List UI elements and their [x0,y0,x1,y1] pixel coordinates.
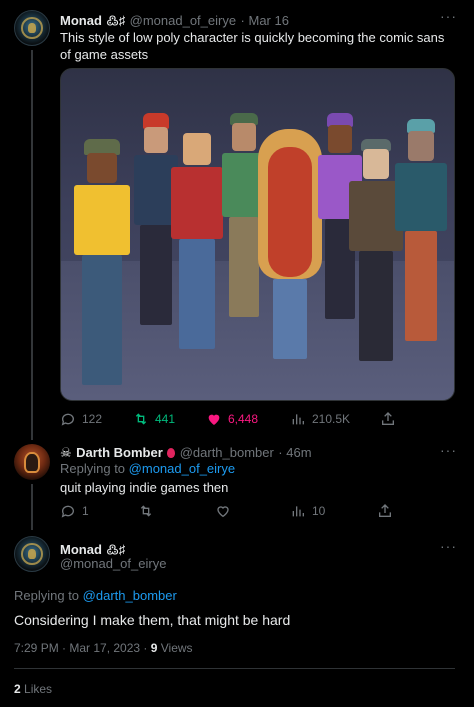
avatar-monad[interactable] [14,536,50,572]
reply-count: 122 [82,412,103,426]
share-action[interactable] [377,503,399,519]
tweet-text: quit playing indie games then [60,480,229,495]
tweet-original[interactable]: Monad ߷♯ @monad_of_eirye · Mar 16 ··· Th… [0,0,474,440]
likes-label: Likes [24,682,53,696]
replying-label: Replying to [60,461,126,476]
view-count: 9 [150,641,158,655]
reply-action[interactable]: 1 [60,503,89,519]
like-count: 6,448 [228,412,259,426]
author-handle[interactable]: @monad_of_eirye [130,13,236,28]
avatar-monad[interactable] [14,10,50,46]
author-name[interactable]: Monad [60,13,102,28]
view-count: 210.5K [312,412,351,426]
replying-label: Replying to [14,588,80,603]
tweet-text: This style of low poly character is quic… [60,30,445,62]
heart-icon [217,506,229,518]
share-icon [382,412,394,425]
author-handle[interactable]: @darth_bomber [180,445,274,460]
likes-count: 2 [14,682,21,696]
reply-action[interactable]: 122 [60,411,102,427]
tweet-header: ☠ Darth Bomber @darth_bomber · 46m [60,444,312,462]
views-label: Views [160,641,193,655]
heart-filled-icon [208,414,220,425]
balloon-icon [167,448,176,458]
timestamp[interactable]: 7:29 PM · Mar 17, 2023 · [14,641,151,655]
retweet-action[interactable] [138,503,160,519]
tweet-metadata: 7:29 PM · Mar 17, 2023 · 9 Views [14,641,193,655]
tweet-date[interactable]: · Mar 16 [241,13,289,28]
tweet-time[interactable]: · 46m [278,445,311,460]
tweet-reply-darth[interactable]: ☠ Darth Bomber @darth_bomber · 46m ··· R… [0,436,474,530]
views-chart-icon [292,506,304,517]
retweet-icon [135,413,147,425]
author-handle[interactable]: @monad_of_eirye [60,556,166,571]
author-name[interactable]: Darth Bomber [76,445,163,460]
replying-to: Replying to @monad_of_eirye [60,461,235,476]
author-name[interactable]: Monad [60,542,102,557]
tweet-focused-reply[interactable]: Monad ߷♯ @monad_of_eirye ··· Replying to… [0,530,474,707]
reply-count: 1 [82,504,89,518]
thread-line [31,50,33,440]
reply-icon [61,413,74,426]
views-action[interactable]: 210.5K [290,411,350,427]
reply-icon [61,505,74,518]
replying-to: Replying to @darth_bomber [14,588,177,603]
tweet-header: Monad ߷♯ @monad_of_eirye · Mar 16 [60,11,289,30]
low-poly-characters-image[interactable] [60,68,455,401]
retweet-action[interactable]: 441 [133,411,175,427]
view-count: 10 [312,504,326,518]
author-badge: ߷♯ [106,542,126,557]
retweet-count: 441 [155,412,176,426]
more-options-icon[interactable]: ··· [440,538,457,554]
author-badge: ߷♯ [106,13,126,28]
divider [14,668,455,669]
replying-to-handle[interactable]: @darth_bomber [83,588,177,603]
more-options-icon[interactable]: ··· [440,442,457,458]
more-options-icon[interactable]: ··· [440,8,457,24]
tweet-text: Considering I make them, that might be h… [14,612,291,628]
share-icon [379,504,391,517]
author-prefix-icon: ☠ [60,445,72,460]
like-action[interactable] [215,503,237,519]
like-action[interactable]: 6,448 [206,411,258,427]
retweet-icon [140,505,152,517]
likes-summary[interactable]: 2 Likes [14,682,52,696]
views-chart-icon [292,414,304,425]
avatar-darth-bomber[interactable] [14,444,50,480]
thread-line [31,484,33,530]
share-action[interactable] [380,411,402,427]
views-action[interactable]: 10 [290,503,325,519]
replying-to-handle[interactable]: @monad_of_eirye [129,461,235,476]
